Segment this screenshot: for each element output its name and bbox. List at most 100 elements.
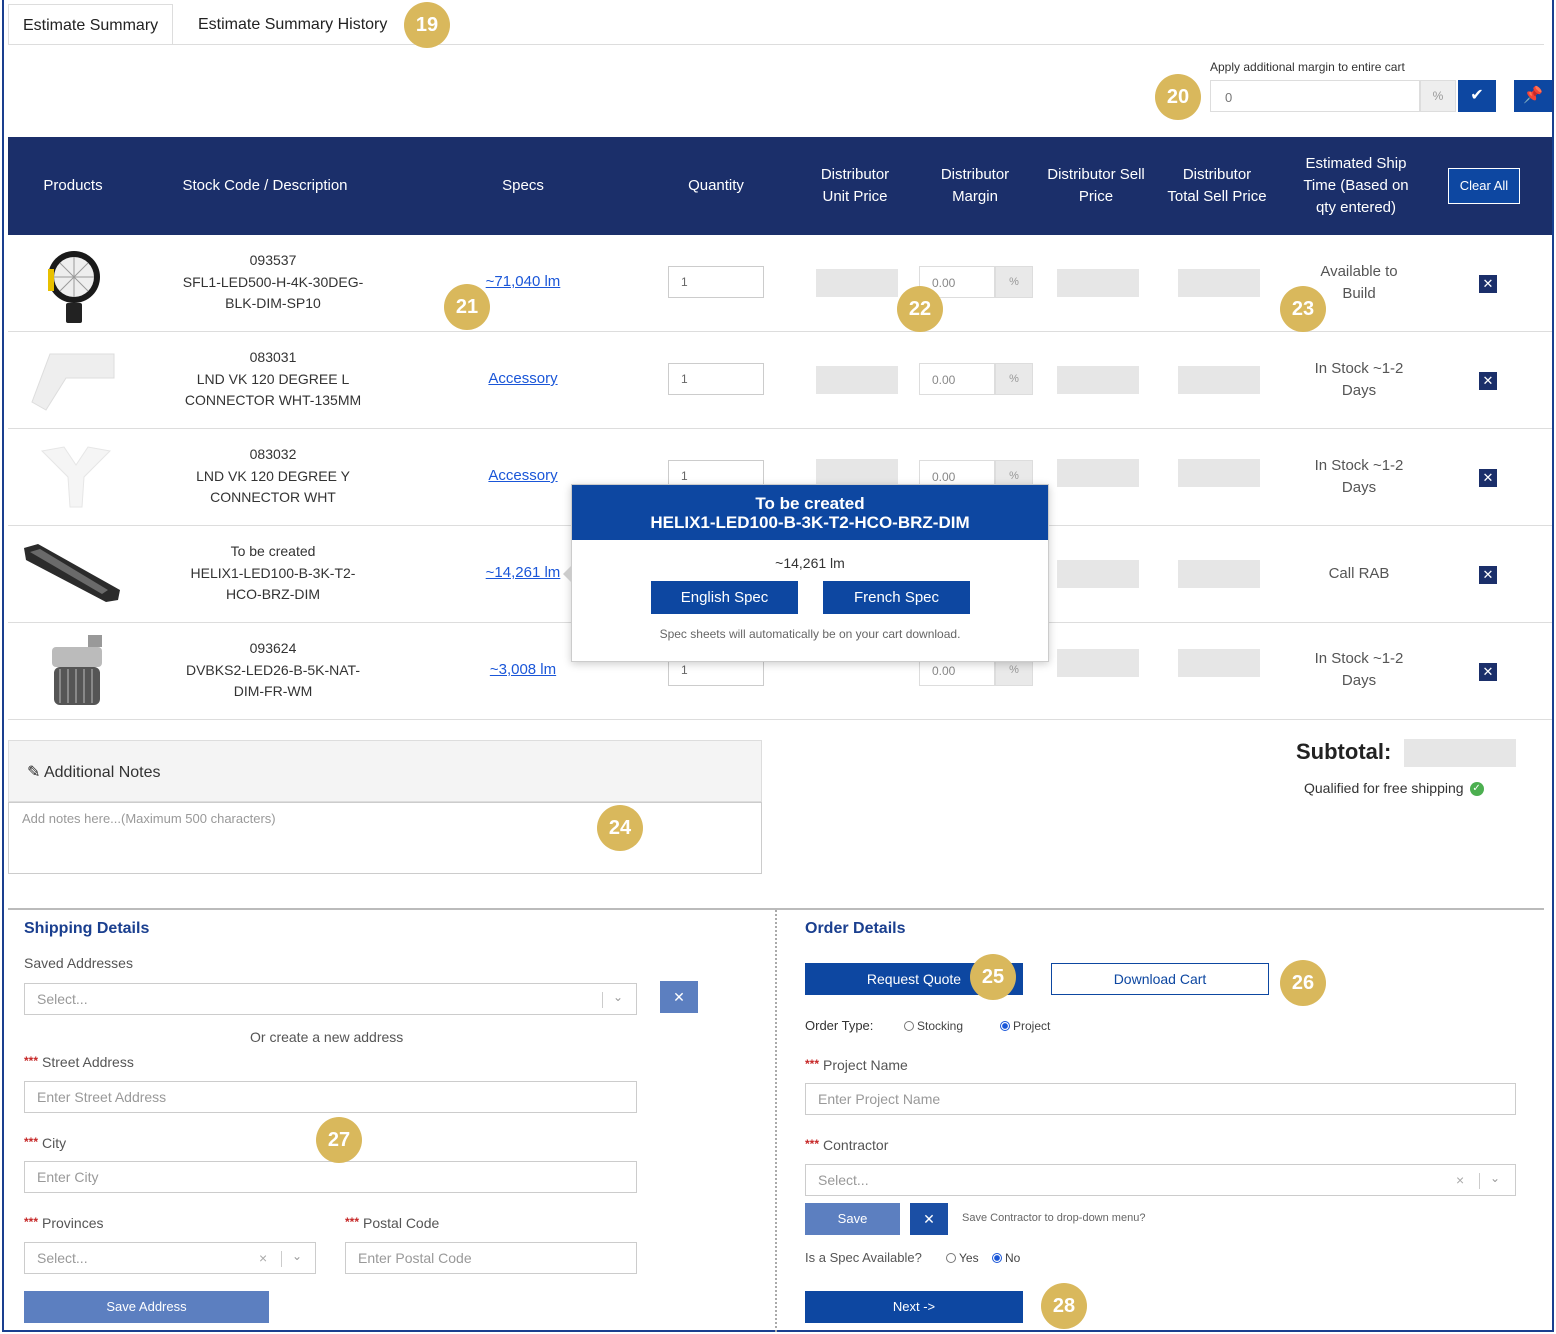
unit-price-value bbox=[816, 269, 898, 297]
spec-available-no-option[interactable]: No bbox=[992, 1251, 1020, 1265]
total-sell-value bbox=[1178, 649, 1260, 677]
download-cart-button[interactable]: Download Cart bbox=[1051, 963, 1269, 995]
english-spec-button[interactable]: English Spec bbox=[651, 581, 798, 614]
remove-item-button[interactable]: ✕ bbox=[1479, 469, 1497, 487]
city-text: City bbox=[42, 1135, 67, 1151]
margin-input[interactable]: 0.00 bbox=[919, 363, 995, 395]
provinces-text: Provinces bbox=[42, 1215, 104, 1231]
ship-time-line1: In Stock ~1-2 bbox=[1314, 360, 1404, 377]
project-label: Project bbox=[1013, 1019, 1051, 1033]
yes-label: Yes bbox=[959, 1251, 979, 1265]
required-mark: *** bbox=[805, 1057, 820, 1071]
quantity-input[interactable]: 1 bbox=[668, 363, 764, 395]
total-sell-value bbox=[1178, 269, 1260, 297]
stock-desc-line1: LND VK 120 DEGREE Y bbox=[196, 467, 350, 484]
order-type-project-option[interactable]: Project bbox=[1000, 1019, 1050, 1033]
project-name-input[interactable]: Enter Project Name bbox=[805, 1083, 1516, 1115]
notes-textarea[interactable]: Add notes here...(Maximum 500 characters… bbox=[8, 802, 762, 874]
french-spec-button[interactable]: French Spec bbox=[823, 581, 970, 614]
apply-margin-button[interactable]: ✔ bbox=[1458, 80, 1496, 112]
remove-item-button[interactable]: ✕ bbox=[1479, 566, 1497, 584]
close-icon: ✕ bbox=[923, 1211, 935, 1227]
close-icon: ✕ bbox=[1482, 373, 1494, 388]
stock-desc-line1: SFL1-LED500-H-4K-30DEG- bbox=[182, 273, 364, 290]
postal-code-input[interactable]: Enter Postal Code bbox=[345, 1242, 637, 1274]
close-icon: ✕ bbox=[1482, 276, 1494, 291]
tab-estimate-summary[interactable]: Estimate Summary bbox=[8, 4, 174, 45]
spec-available-yes-option[interactable]: Yes bbox=[946, 1251, 979, 1265]
stock-code: 083032 bbox=[249, 446, 297, 462]
saved-addresses-placeholder: Select... bbox=[37, 991, 88, 1007]
ship-time: In Stock ~1-2 Days bbox=[1296, 455, 1422, 499]
callout-badge-22: 22 bbox=[897, 286, 943, 332]
callout-badge-24: 24 bbox=[597, 805, 643, 851]
col-stock-code: Stock Code / Description bbox=[182, 177, 348, 194]
tab-estimate-summary-history[interactable]: Estimate Summary History bbox=[184, 4, 401, 45]
callout-badge-25: 25 bbox=[970, 954, 1016, 1000]
required-mark: *** bbox=[345, 1215, 360, 1229]
ship-time-line2: Days bbox=[1341, 382, 1377, 399]
callout-badge-27: 27 bbox=[316, 1117, 362, 1163]
callout-badge-28: 28 bbox=[1041, 1283, 1087, 1329]
margin-percent: % bbox=[995, 266, 1033, 298]
callout-badge-19: 19 bbox=[404, 2, 450, 48]
contractor-placeholder: Select... bbox=[818, 1172, 869, 1188]
stock-code: 093624 bbox=[249, 640, 297, 656]
next-button[interactable]: Next -> bbox=[805, 1291, 1023, 1323]
col-margin: Distributor Margin bbox=[940, 166, 1010, 205]
cart-margin-percent: % bbox=[1420, 80, 1456, 112]
column-divider bbox=[775, 910, 777, 1332]
street-address-input[interactable]: Enter Street Address bbox=[24, 1081, 637, 1113]
popover-title-line2: HELIX1-LED100-B-3K-T2-HCO-BRZ-DIM bbox=[650, 513, 970, 532]
save-contractor-button[interactable]: Save bbox=[805, 1203, 900, 1235]
notes-header: ✎ Additional Notes bbox=[8, 740, 762, 802]
contractor-select[interactable]: Select... × ⌄ bbox=[805, 1164, 1516, 1196]
clear-address-button[interactable]: ✕ bbox=[660, 981, 698, 1013]
city-input[interactable]: Enter City bbox=[24, 1161, 637, 1193]
stock-code-cell: 093624 DVBKS2-LED26-B-5K-NAT- DIM-FR-WM bbox=[148, 638, 398, 703]
remove-item-button[interactable]: ✕ bbox=[1479, 372, 1497, 390]
saved-addresses-select[interactable]: Select... ⌄ bbox=[24, 983, 637, 1015]
remove-item-button[interactable]: ✕ bbox=[1479, 275, 1497, 293]
pin-margin-button[interactable]: 📌 bbox=[1514, 80, 1552, 112]
cart-margin-input[interactable]: 0 bbox=[1210, 80, 1420, 112]
contractor-text: Contractor bbox=[823, 1137, 889, 1153]
clear-icon: × bbox=[259, 1250, 268, 1266]
popover-header: To be created HELIX1-LED100-B-3K-T2-HCO-… bbox=[572, 485, 1048, 540]
quantity-input[interactable]: 1 bbox=[668, 266, 764, 298]
stocking-label: Stocking bbox=[917, 1019, 964, 1033]
no-label: No bbox=[1005, 1251, 1021, 1265]
order-type-stocking-option[interactable]: Stocking bbox=[904, 1019, 963, 1033]
clear-all-button[interactable]: Clear All bbox=[1448, 168, 1520, 204]
save-address-button[interactable]: Save Address bbox=[24, 1291, 269, 1323]
unit-price-value bbox=[816, 459, 898, 487]
project-name-label: *** Project Name bbox=[805, 1057, 908, 1073]
downlight-product-image bbox=[52, 635, 102, 705]
order-type-label: Order Type: bbox=[805, 1018, 874, 1033]
close-icon: ✕ bbox=[1482, 664, 1494, 679]
stock-desc-line2: BLK-DIM-SP10 bbox=[225, 295, 321, 311]
spec-link[interactable]: ~3,008 lm bbox=[448, 661, 598, 678]
tab-divider bbox=[8, 44, 1544, 45]
subtotal-value bbox=[1404, 739, 1516, 767]
spec-link[interactable]: Accessory bbox=[448, 467, 598, 484]
ship-time: In Stock ~1-2 Days bbox=[1296, 358, 1422, 402]
spec-link[interactable]: Accessory bbox=[448, 370, 598, 387]
col-specs: Specs bbox=[502, 177, 544, 194]
shipping-details-title: Shipping Details bbox=[24, 920, 150, 937]
sell-price-value bbox=[1057, 560, 1139, 588]
pencil-icon: ✎ bbox=[27, 764, 41, 781]
chevron-down-icon: ⌄ bbox=[613, 990, 624, 1004]
provinces-select[interactable]: Select... × ⌄ bbox=[24, 1242, 316, 1274]
ship-time-line1: Call RAB bbox=[1328, 565, 1390, 582]
ship-time: Call RAB bbox=[1296, 563, 1422, 585]
unit-price-value bbox=[816, 366, 898, 394]
close-icon: ✕ bbox=[673, 989, 685, 1005]
clear-contractor-button[interactable]: ✕ bbox=[910, 1203, 948, 1235]
remove-item-button[interactable]: ✕ bbox=[1479, 663, 1497, 681]
close-icon: ✕ bbox=[1482, 567, 1494, 582]
stock-desc-line2: HCO-BRZ-DIM bbox=[225, 586, 321, 602]
stock-desc-line1: LND VK 120 DEGREE L bbox=[196, 370, 350, 387]
notes-title: Additional Notes bbox=[43, 764, 161, 781]
or-new-address-label: Or create a new address bbox=[250, 1029, 404, 1045]
